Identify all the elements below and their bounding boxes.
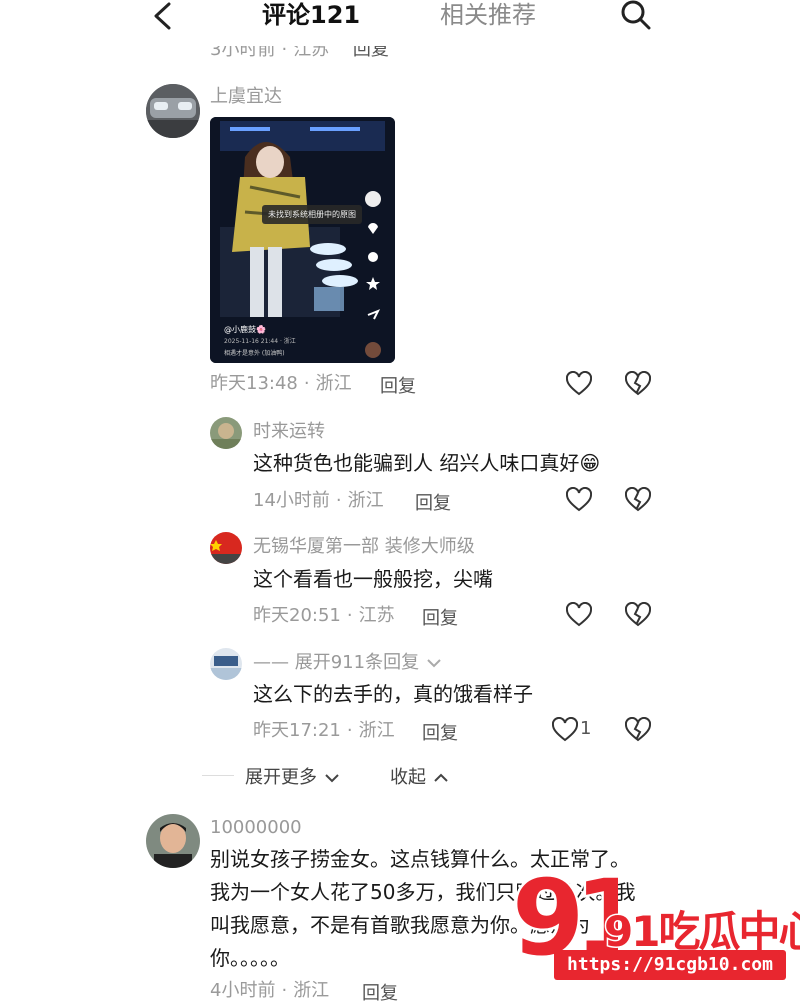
reply-location: 江苏	[358, 605, 395, 626]
comment-time: 昨天13:48	[210, 373, 298, 394]
comment-location: 浙江	[315, 373, 352, 394]
video-author-handle: @小鹿鼓🌸	[224, 325, 266, 334]
like-heart-icon[interactable]	[566, 371, 592, 397]
chevron-up-icon	[434, 773, 448, 782]
like-heart-icon[interactable]	[552, 717, 578, 743]
reply-meta: 昨天20:51 · 江苏	[253, 605, 395, 626]
avatar[interactable]	[146, 84, 200, 138]
search-icon[interactable]	[620, 0, 652, 30]
chevron-down-icon	[325, 774, 339, 783]
like-heart-icon[interactable]	[566, 487, 592, 513]
reply-username[interactable]: 时来运转	[253, 420, 325, 444]
reply-meta: 14小时前 · 浙江	[253, 490, 384, 511]
comment-time: 4小时前	[210, 980, 276, 1001]
reply-text: 这种货色也能骗到人 绍兴人味口真好😁	[253, 451, 601, 475]
watermark-url: https://91cgb10.com	[567, 954, 773, 975]
reply-time: 14小时前	[253, 490, 330, 511]
reply-button[interactable]: 回复	[362, 979, 398, 1005]
reply-username: —— 展开911条回复	[253, 652, 420, 673]
dislike-broken-heart-icon[interactable]	[625, 487, 651, 513]
avatar-car-image	[146, 84, 200, 138]
comment-meta: 4小时前 · 浙江	[210, 980, 330, 1001]
like-heart-icon[interactable]	[566, 602, 592, 628]
comment-location: 浙江	[293, 980, 330, 1001]
avatar[interactable]	[210, 648, 242, 680]
reply-button[interactable]: 回复	[422, 604, 458, 630]
dislike-broken-heart-icon[interactable]	[625, 717, 651, 743]
reply-button[interactable]: 回复	[380, 372, 416, 398]
comment-username[interactable]: 上虞宜达	[210, 85, 282, 109]
expand-more-label: 展开更多	[245, 767, 317, 788]
avatar-image	[210, 648, 242, 680]
tab-related[interactable]: 相关推荐	[440, 0, 536, 30]
top-bar: 评论121 相关推荐	[0, 0, 800, 46]
reply-meta: 昨天17:21 · 浙江	[253, 720, 395, 741]
watermark: 91 91吃瓜中心 https://91cgb10.com	[508, 862, 800, 982]
reply-time: 昨天20:51	[253, 605, 341, 626]
dislike-broken-heart-icon[interactable]	[625, 602, 651, 628]
reply-button[interactable]: 回复	[422, 719, 458, 745]
video-toast: 未找到系统相册中的原图	[262, 205, 362, 224]
avatar[interactable]	[210, 532, 242, 564]
collapse-label: 收起	[390, 767, 426, 788]
reply-location: 浙江	[347, 490, 384, 511]
avatar-flag-image	[210, 532, 242, 564]
tab-comments[interactable]: 评论121	[262, 0, 360, 30]
comment-username[interactable]: 10000000	[210, 816, 302, 840]
reply-button[interactable]: 回复	[415, 489, 451, 515]
expand-more-button[interactable]: 展开更多	[245, 763, 341, 789]
watermark-url-box: https://91cgb10.com	[554, 950, 786, 980]
video-music-bar: 相遇才是意外 (加油鸭)	[224, 350, 285, 357]
reply-time: 昨天17:21	[253, 720, 341, 741]
comment-meta: 昨天13:48 · 浙江	[210, 373, 352, 394]
collapse-button[interactable]: 收起	[390, 763, 450, 789]
expand-replies-inline[interactable]: —— 展开911条回复	[253, 651, 443, 675]
reply-username[interactable]: 无锡华厦第一部 装修大师级	[253, 535, 475, 559]
video-caption: 2025-11-16 21:44 · 浙江	[224, 338, 296, 345]
dislike-broken-heart-icon[interactable]	[625, 371, 651, 397]
expand-divider	[202, 775, 234, 776]
avatar-image	[210, 417, 242, 449]
chevron-down-icon	[427, 659, 441, 668]
video-thumbnail[interactable]: 未找到系统相册中的原图 @小鹿鼓🌸 2025-11-16 21:44 · 浙江 …	[210, 117, 395, 363]
avatar-person-image	[146, 814, 200, 868]
reply-text: 这个看看也一般般挖，尖嘴	[253, 567, 493, 591]
like-count: 1	[580, 718, 592, 739]
avatar[interactable]	[146, 814, 200, 868]
avatar[interactable]	[210, 417, 242, 449]
reply-location: 浙江	[358, 720, 395, 741]
back-arrow-icon[interactable]	[150, 2, 176, 30]
reply-text: 这么下的去手的，真的饿看样子	[253, 682, 533, 706]
